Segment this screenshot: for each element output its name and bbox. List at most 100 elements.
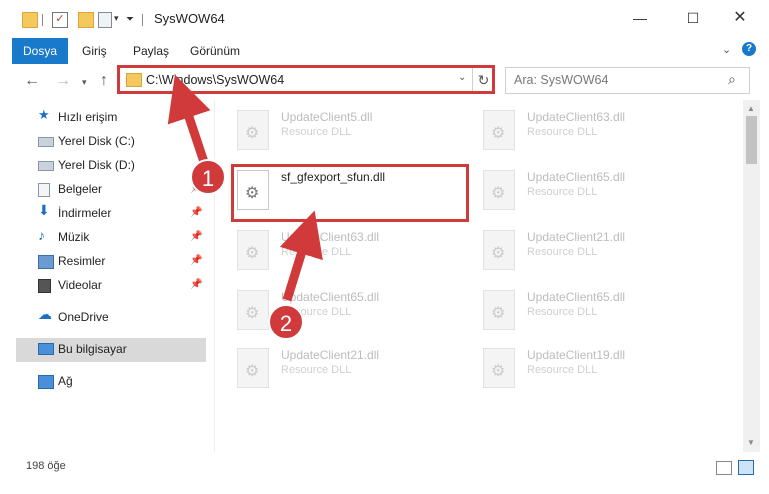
search-input[interactable]: Ara: SysWOW64 ⌕ (505, 67, 750, 94)
dll-file-icon (237, 110, 269, 150)
sidebar-item-quick-access[interactable]: ★ Hızlı erişim (16, 106, 206, 130)
search-icon[interactable]: ⌕ (728, 71, 736, 88)
file-type: Resource DLL (527, 186, 598, 198)
sidebar-item-music[interactable]: ♪ Müzik 📌 (16, 226, 206, 250)
dll-file-icon (483, 170, 515, 210)
separator (42, 14, 43, 26)
vertical-scrollbar[interactable]: ▲ ▼ (743, 100, 760, 452)
file-type: Resource DLL (281, 126, 352, 138)
ribbon-tabs: Dosya Giriş Paylaş Görünüm ⌄ ? (0, 38, 769, 65)
file-type: Resource DLL (527, 364, 598, 376)
sidebar-item-onedrive[interactable]: ☁ OneDrive (16, 306, 206, 330)
file-name: UpdateClient63.dll (527, 110, 626, 124)
sidebar-item-videos[interactable]: Videolar 📌 (16, 274, 206, 298)
sidebar-item-downloads[interactable]: ⬇ İndirmeler 📌 (16, 202, 206, 226)
forward-button[interactable]: → (55, 72, 71, 90)
documents-icon (38, 183, 50, 197)
dll-file-icon (237, 290, 269, 330)
network-icon (38, 375, 54, 389)
file-name: UpdateClient19.dll (527, 348, 626, 362)
scroll-down-icon[interactable]: ▼ (747, 438, 755, 447)
pin-icon[interactable]: 📌 (190, 207, 202, 218)
back-button[interactable]: ← (24, 72, 40, 90)
navigation-pane: ★ Hızlı erişim Yerel Disk (C:) Yerel Dis… (0, 100, 215, 452)
pin-icon[interactable]: 📌 (190, 279, 202, 290)
dll-file-icon (483, 290, 515, 330)
sidebar-item-local-disk-d[interactable]: Yerel Disk (D:) (16, 154, 206, 178)
scroll-up-icon[interactable]: ▲ (747, 104, 755, 113)
large-icons-view-icon[interactable] (738, 460, 754, 475)
tab-share[interactable]: Paylaş (133, 38, 169, 64)
file-item[interactable]: UpdateClient21.dll Resource DLL (483, 228, 713, 278)
sidebar-item-label: Videolar (58, 278, 102, 292)
download-icon: ⬇ (38, 202, 50, 218)
expand-ribbon-icon[interactable]: ⌄ (722, 43, 731, 56)
sidebar-item-network[interactable]: Ağ (16, 370, 206, 394)
window-title: SysWOW64 (154, 11, 225, 26)
tab-home[interactable]: Giriş (82, 38, 107, 64)
sidebar-item-this-pc[interactable]: Bu bilgisayar (16, 338, 206, 362)
file-name: UpdateClient65.dll (527, 170, 626, 184)
music-icon: ♪ (38, 227, 45, 243)
file-item[interactable]: UpdateClient65.dll Resource DLL (483, 168, 713, 218)
sidebar-item-pictures[interactable]: Resimler 📌 (16, 250, 206, 274)
drive-icon (38, 161, 54, 171)
sidebar-item-label: Hızlı erişim (58, 110, 118, 124)
pin-icon[interactable]: 📌 (190, 231, 202, 242)
file-item[interactable]: UpdateClient21.dll Resource DLL (237, 346, 467, 396)
file-name: UpdateClient21.dll (527, 230, 626, 244)
tab-view[interactable]: Görünüm (190, 38, 240, 64)
properties-check-icon[interactable]: ✓ (52, 12, 68, 28)
separator (142, 14, 143, 26)
step-badge-1: 1 (190, 159, 226, 195)
file-name: UpdateClient5.dll (281, 110, 373, 124)
minimize-button[interactable]: — (630, 8, 650, 28)
details-view-icon[interactable] (716, 461, 732, 475)
file-item[interactable]: UpdateClient63.dll Resource DLL (483, 108, 713, 158)
customize-toolbar-icon[interactable]: ⏷ (126, 14, 134, 25)
step-badge-2: 2 (268, 304, 304, 340)
file-item[interactable]: UpdateClient63.dll Resource DLL (237, 228, 467, 278)
file-item[interactable]: UpdateClient19.dll Resource DLL (483, 346, 713, 396)
file-name: UpdateClient65.dll (281, 290, 380, 304)
file-type: Resource DLL (527, 306, 598, 318)
dll-file-icon (483, 110, 515, 150)
toolbar-dropdown-icon[interactable]: ▾ (114, 13, 119, 24)
sidebar-item-label: Bu bilgisayar (58, 342, 127, 356)
quick-access-toolbar-icon[interactable] (98, 12, 112, 28)
pin-icon[interactable]: 📌 (190, 255, 202, 266)
dll-file-icon (483, 230, 515, 270)
close-button[interactable]: ✕ (730, 8, 750, 28)
sidebar-item-documents[interactable]: Belgeler 📌 (16, 178, 206, 202)
tab-file[interactable]: Dosya (12, 38, 68, 64)
dll-file-icon (237, 348, 269, 388)
search-placeholder: Ara: SysWOW64 (514, 73, 609, 87)
file-type: Resource DLL (527, 246, 598, 258)
title-bar: ✓ ▾ ⏷ SysWOW64 — ☐ ✕ (0, 0, 769, 38)
item-count: 198 öğe (26, 460, 66, 472)
sidebar-item-label: Yerel Disk (D:) (58, 158, 135, 172)
maximize-button[interactable]: ☐ (683, 8, 703, 28)
sidebar-item-local-disk-c[interactable]: Yerel Disk (C:) (16, 130, 206, 154)
address-highlight-box (117, 65, 495, 94)
scrollbar-thumb[interactable] (746, 116, 757, 164)
computer-icon (38, 343, 54, 355)
file-type: Resource DLL (281, 364, 352, 376)
folder-icon (22, 12, 38, 28)
file-item[interactable]: UpdateClient65.dll Resource DLL (483, 288, 713, 338)
sidebar-item-label: İndirmeler (58, 206, 112, 220)
dll-file-icon (237, 230, 269, 270)
file-item[interactable]: UpdateClient5.dll Resource DLL (237, 108, 467, 158)
sidebar-item-label: Ağ (58, 374, 73, 388)
videos-icon (38, 279, 51, 293)
sidebar-item-label: OneDrive (58, 310, 109, 324)
file-name: UpdateClient21.dll (281, 348, 380, 362)
new-folder-icon[interactable] (78, 12, 94, 28)
status-bar: 198 öğe (0, 452, 769, 494)
sidebar-item-label: Resimler (58, 254, 106, 268)
help-icon[interactable]: ? (742, 42, 756, 56)
recent-locations-icon[interactable]: ▾ (82, 77, 87, 88)
up-button[interactable]: ↑ (100, 72, 108, 90)
drive-icon (38, 137, 54, 147)
cloud-icon: ☁ (38, 306, 52, 322)
